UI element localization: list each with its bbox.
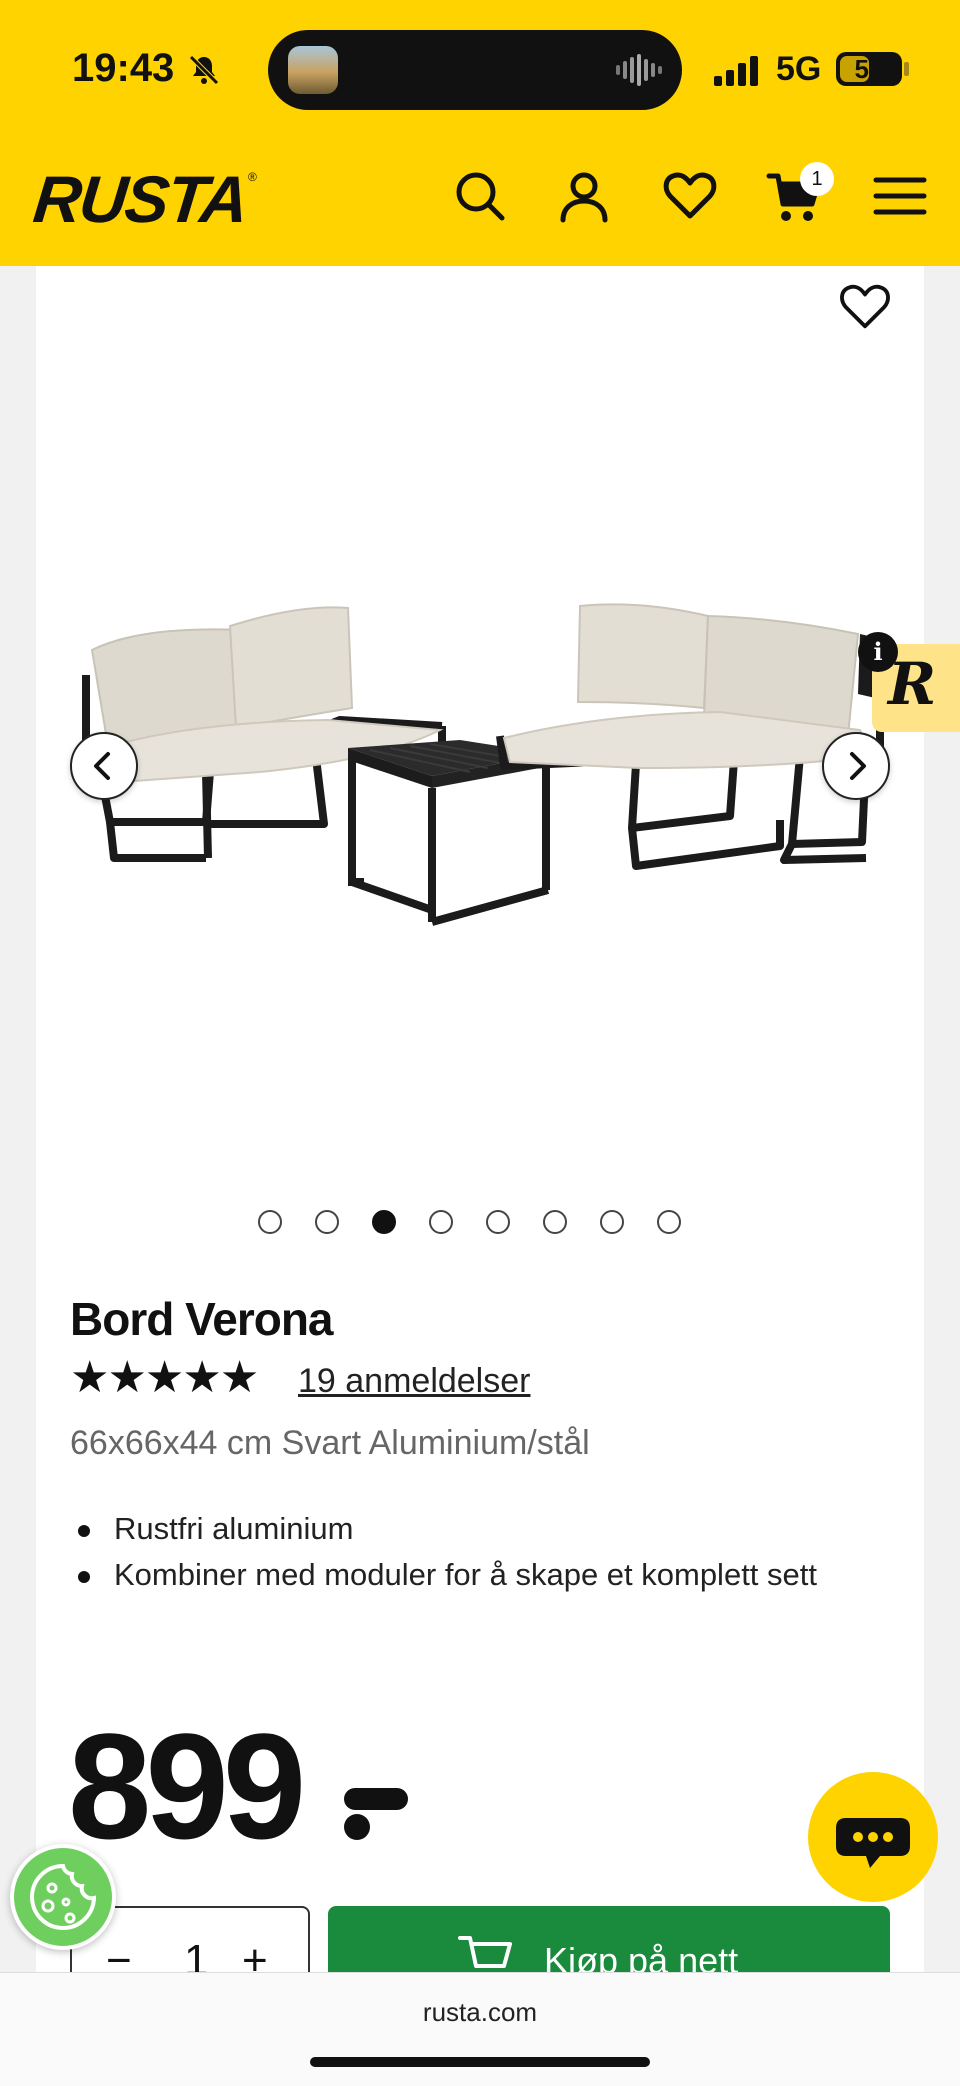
feature-item: Rustfri aluminium — [70, 1506, 870, 1552]
pagination-dot[interactable] — [486, 1210, 510, 1234]
product-title: Bord Verona — [70, 1293, 334, 1345]
network-type: 5G — [776, 50, 822, 88]
chat-bubble-icon — [836, 1818, 910, 1868]
product-price: 899 — [68, 1702, 306, 1870]
audio-waveform-icon — [616, 54, 662, 86]
account-icon[interactable] — [556, 168, 612, 224]
pagination-dot[interactable] — [600, 1210, 624, 1234]
price-dot — [344, 1814, 370, 1840]
price-dash — [344, 1788, 408, 1810]
browser-toolbar: rusta.com — [0, 1972, 960, 2086]
chevron-right-icon — [850, 752, 866, 780]
star-icon: ★ — [144, 1352, 185, 1403]
cookie-icon — [30, 1863, 97, 1930]
next-image-button[interactable] — [822, 732, 890, 800]
top-header: 19:43 5G 50 RUSTA ® 1 — [0, 0, 960, 266]
logo-registered-mark: ® — [248, 170, 257, 184]
pagination-dot[interactable] — [372, 1210, 396, 1234]
star-icon: ★ — [182, 1352, 222, 1403]
favorite-heart-icon[interactable] — [838, 280, 892, 334]
battery-tip — [904, 62, 909, 76]
star-icon: ★ — [219, 1352, 260, 1403]
chevron-left-icon — [94, 752, 110, 780]
pagination-dot[interactable] — [258, 1210, 282, 1234]
now-playing-artwork — [288, 46, 338, 94]
rating-stars: ★ ★ ★ ★ ★ — [70, 1352, 260, 1403]
dynamic-island — [268, 30, 682, 110]
gallery-pagination — [258, 1210, 681, 1236]
menu-icon[interactable] — [872, 168, 928, 224]
info-icon[interactable]: i — [858, 632, 898, 672]
search-icon[interactable] — [452, 168, 508, 224]
address-bar[interactable]: rusta.com — [0, 1997, 960, 2028]
product-subtitle: 66x66x44 cm Svart Aluminium/stål — [70, 1424, 590, 1462]
pagination-dot[interactable] — [429, 1210, 453, 1234]
status-time: 19:43 — [72, 46, 175, 90]
battery-level: 50 — [854, 54, 884, 84]
signal-icon — [714, 56, 758, 86]
star-icon: ★ — [107, 1352, 147, 1403]
product-features: Rustfri aluminium Kombiner med moduler f… — [70, 1506, 870, 1598]
feature-item: Kombiner med moduler for å skape et komp… — [70, 1552, 870, 1598]
pagination-dot[interactable] — [657, 1210, 681, 1234]
star-icon: ★ — [70, 1352, 110, 1403]
pagination-dot[interactable] — [315, 1210, 339, 1234]
rusta-logo[interactable]: RUSTA — [30, 162, 250, 236]
cart-count-badge: 1 — [800, 162, 834, 196]
battery-icon: 50 — [836, 52, 902, 86]
product-image[interactable] — [80, 590, 890, 950]
chat-button[interactable] — [808, 1772, 938, 1902]
cookie-settings-button[interactable] — [10, 1844, 116, 1950]
heart-icon[interactable] — [662, 168, 718, 224]
pagination-dot[interactable] — [543, 1210, 567, 1234]
bell-muted-icon — [189, 55, 219, 85]
previous-image-button[interactable] — [70, 732, 138, 800]
reviews-link[interactable]: 19 anmeldelser — [298, 1362, 530, 1401]
home-indicator[interactable] — [310, 2057, 650, 2067]
